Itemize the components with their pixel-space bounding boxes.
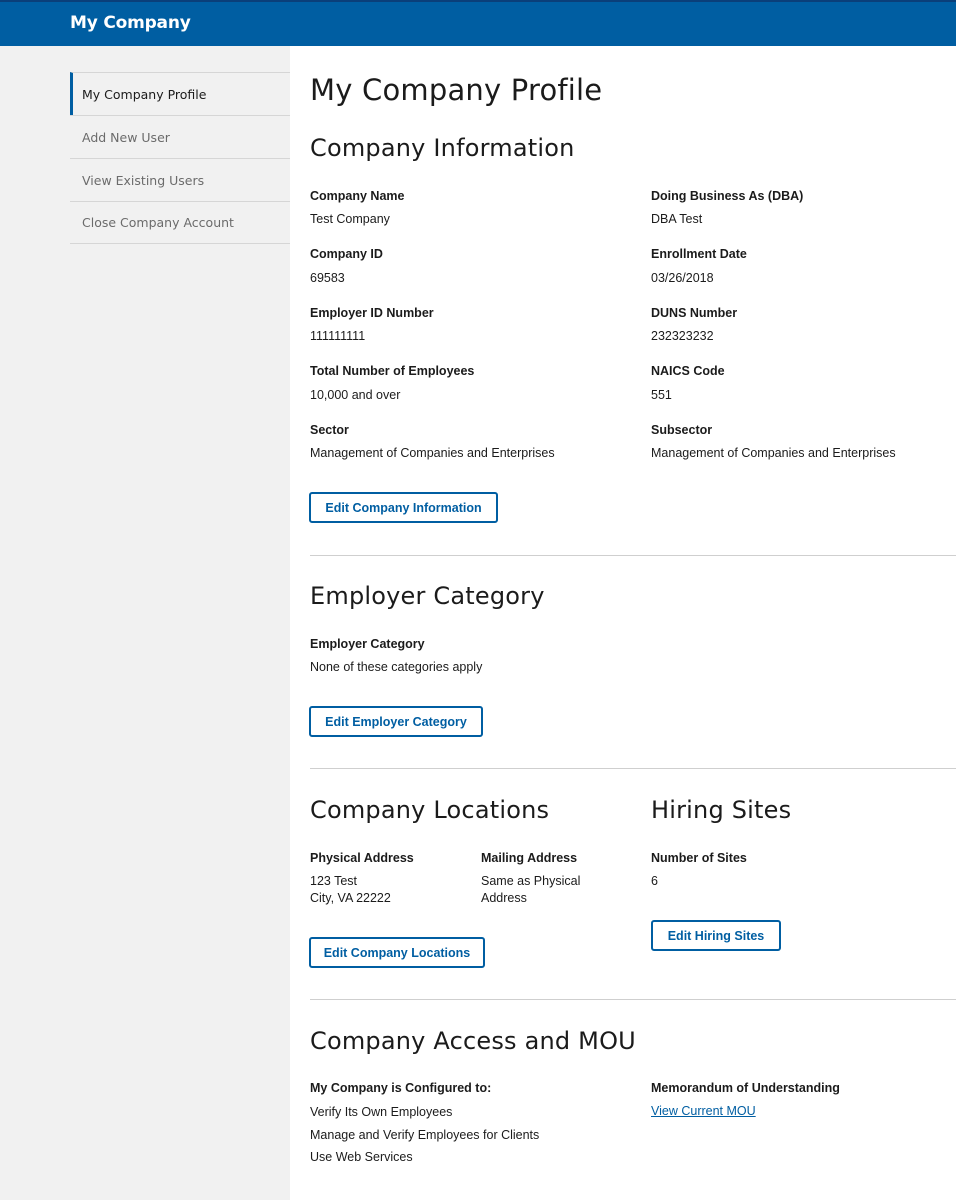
- employer-category-label: Employer Category: [310, 637, 425, 651]
- company-locations-heading: Company Locations: [310, 796, 550, 824]
- mailing-address-line1: Same as Physical: [481, 874, 581, 888]
- section-divider: [310, 768, 956, 769]
- app-header: My Company: [0, 0, 956, 46]
- employer-category-value: None of these categories apply: [310, 660, 483, 674]
- sidebar-item-close-company-account[interactable]: Close Company Account: [70, 201, 290, 244]
- sector-value: Management of Companies and Enterprises: [310, 446, 555, 460]
- section-divider: [310, 999, 956, 1000]
- configured-item: Manage and Verify Employees for Clients: [310, 1128, 540, 1142]
- sidebar-item-add-new-user[interactable]: Add New User: [70, 115, 290, 158]
- physical-address-line1: 123 Test: [310, 874, 358, 888]
- total-employees-value: 10,000 and over: [310, 388, 401, 402]
- physical-address-line2: City, VA 22222: [310, 891, 391, 905]
- page-title: My Company Profile: [310, 73, 603, 107]
- company-id-value: 69583: [310, 271, 345, 285]
- subsector-label: Subsector: [651, 423, 713, 437]
- company-id-label: Company ID: [310, 247, 383, 261]
- sector-label: Sector: [310, 423, 349, 437]
- edit-company-locations-button[interactable]: Edit Company Locations: [309, 937, 485, 968]
- sidebar-nav: My Company Profile Add New User View Exi…: [70, 72, 290, 244]
- app-title: My Company: [70, 13, 191, 33]
- section-divider: [310, 555, 956, 556]
- enrollment-date-value: 03/26/2018: [651, 271, 714, 285]
- edit-hiring-sites-button[interactable]: Edit Hiring Sites: [651, 920, 781, 951]
- number-of-sites-value: 6: [651, 874, 658, 888]
- main-content: My Company Profile Company Information C…: [290, 46, 956, 1200]
- hiring-sites-heading: Hiring Sites: [651, 796, 792, 824]
- duns-value: 232323232: [651, 329, 714, 343]
- naics-value: 551: [651, 388, 672, 402]
- physical-address-label: Physical Address: [310, 851, 414, 865]
- configured-to-label: My Company is Configured to:: [310, 1081, 492, 1095]
- subsector-value: Management of Companies and Enterprises: [651, 446, 896, 460]
- duns-label: DUNS Number: [651, 306, 738, 320]
- sidebar-item-my-company-profile[interactable]: My Company Profile: [70, 72, 290, 115]
- configured-item: Use Web Services: [310, 1150, 413, 1164]
- mailing-address-label: Mailing Address: [481, 851, 578, 865]
- company-name-value: Test Company: [310, 212, 390, 226]
- ein-label: Employer ID Number: [310, 306, 434, 320]
- company-access-heading: Company Access and MOU: [310, 1027, 636, 1055]
- ein-value: 111111111: [310, 329, 366, 343]
- company-info-heading: Company Information: [310, 134, 575, 162]
- dba-label: Doing Business As (DBA): [651, 189, 804, 203]
- mou-label: Memorandum of Understanding: [651, 1081, 840, 1095]
- dba-value: DBA Test: [651, 212, 703, 226]
- employer-category-heading: Employer Category: [310, 582, 545, 610]
- edit-employer-category-button[interactable]: Edit Employer Category: [309, 706, 483, 737]
- number-of-sites-label: Number of Sites: [651, 851, 747, 865]
- company-name-label: Company Name: [310, 189, 405, 203]
- sidebar-item-view-existing-users[interactable]: View Existing Users: [70, 158, 290, 201]
- edit-company-information-button[interactable]: Edit Company Information: [309, 492, 498, 523]
- view-current-mou-link[interactable]: View Current MOU: [651, 1104, 756, 1118]
- mailing-address-line2: Address: [481, 891, 527, 905]
- configured-item: Verify Its Own Employees: [310, 1105, 453, 1119]
- enrollment-date-label: Enrollment Date: [651, 247, 747, 261]
- naics-label: NAICS Code: [651, 364, 725, 378]
- total-employees-label: Total Number of Employees: [310, 364, 475, 378]
